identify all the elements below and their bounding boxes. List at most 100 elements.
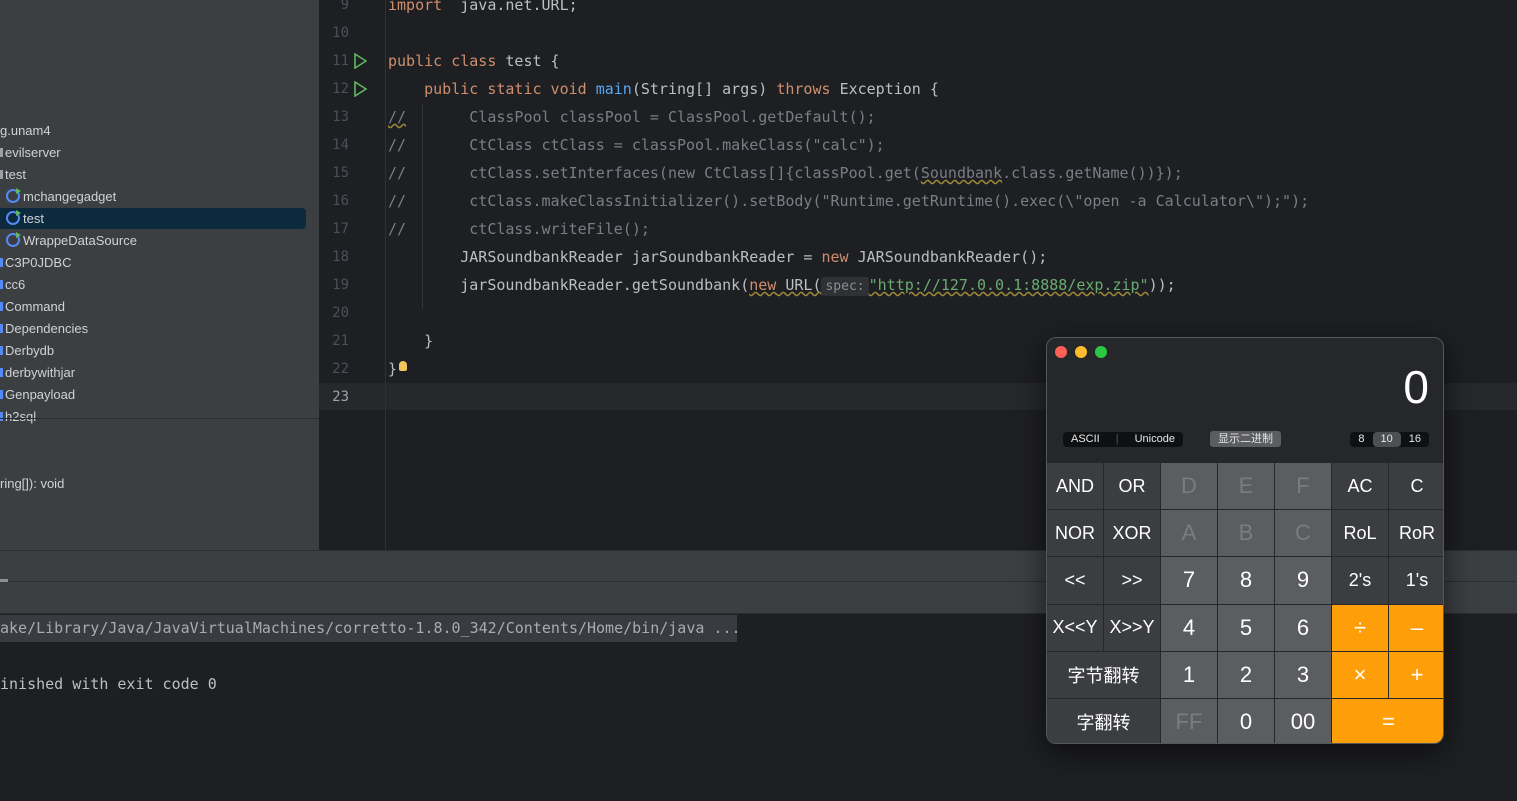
code-token: // CtClass ctClass = classPool.makeClass… xyxy=(388,136,885,154)
key-button[interactable]: A xyxy=(1161,510,1217,557)
key-button[interactable]: 5 xyxy=(1218,604,1274,651)
close-button[interactable] xyxy=(1055,346,1067,358)
key-button[interactable]: 4 xyxy=(1161,604,1217,651)
tree-item[interactable]: Genpayload xyxy=(0,384,306,405)
key-button[interactable]: NOR xyxy=(1047,510,1103,557)
key-button[interactable]: << xyxy=(1047,557,1103,604)
line-number: 9 xyxy=(340,0,349,13)
key-button[interactable]: 3 xyxy=(1275,651,1331,698)
tree-item[interactable]: C3P0JDBC xyxy=(0,252,306,273)
key-button[interactable]: 1 xyxy=(1161,651,1217,698)
minimize-button[interactable] xyxy=(1075,346,1087,358)
tree-item[interactable]: Derbydb xyxy=(0,340,306,361)
tree-item[interactable]: evilserver xyxy=(0,142,306,163)
code-line: jarSoundbankReader.getSoundbank(new URL(… xyxy=(388,271,1176,299)
key-button[interactable]: 7 xyxy=(1161,557,1217,604)
key-button[interactable]: >> xyxy=(1104,557,1160,604)
tree-item-label: test xyxy=(5,167,26,182)
key-button[interactable]: FF xyxy=(1161,698,1217,743)
code-line: public class test { xyxy=(388,47,560,75)
tree-item-label: C3P0JDBC xyxy=(5,255,72,270)
tree-item[interactable]: Dependencies xyxy=(0,318,306,339)
code-token: // ctClass.makeClassInitializer().setBod… xyxy=(388,192,1310,210)
tree-item[interactable]: test xyxy=(0,208,306,229)
tree-item-label: h2sql xyxy=(5,409,37,424)
run-icon[interactable] xyxy=(353,80,368,101)
tree-item[interactable]: WrappeDataSource xyxy=(0,230,306,251)
key-button[interactable]: B xyxy=(1218,510,1274,557)
code-token: java.net.URL; xyxy=(442,0,578,14)
structure-item-main[interactable]: ring[]): void xyxy=(0,476,64,491)
code-token: Soundbank xyxy=(920,164,1003,182)
key-button[interactable]: 6 xyxy=(1275,604,1331,651)
tree-item[interactable]: Command xyxy=(0,296,306,317)
key-button[interactable]: 1's xyxy=(1389,557,1443,604)
unicode-option[interactable]: Unicode xyxy=(1127,432,1183,447)
code-token: // ctClass.writeFile(); xyxy=(388,220,650,238)
calculator-display: 0 xyxy=(1403,361,1429,413)
key-button[interactable]: C xyxy=(1275,510,1331,557)
key-button[interactable]: AND xyxy=(1047,463,1103,510)
console-command-line[interactable]: ake/Library/Java/JavaVirtualMachines/cor… xyxy=(0,615,741,642)
key-button[interactable]: 2's xyxy=(1332,557,1388,604)
code-line: JARSoundbankReader jarSoundbankReader = … xyxy=(388,243,1047,271)
code-token: public class xyxy=(388,52,506,70)
key-button[interactable]: 00 xyxy=(1275,698,1331,743)
lightbulb-icon[interactable] xyxy=(399,361,407,371)
line-number: 14 xyxy=(332,137,349,153)
code-token: throws xyxy=(776,80,840,98)
tree-item-label: Genpayload xyxy=(5,387,76,402)
tree-item[interactable]: mchangegadget xyxy=(0,186,306,207)
run-icon[interactable] xyxy=(353,52,368,73)
tree-item-label: Derbydb xyxy=(5,343,55,358)
package-icon xyxy=(0,368,3,377)
package-icon xyxy=(0,412,3,421)
key-button[interactable]: 9 xyxy=(1275,557,1331,604)
zoom-button[interactable] xyxy=(1095,346,1107,358)
console-exit-message: inished with exit code 0 xyxy=(0,675,217,693)
key-button[interactable]: X<<Y xyxy=(1047,604,1103,651)
key-button[interactable]: E xyxy=(1218,463,1274,510)
line-number: 19 xyxy=(332,277,349,293)
key-button[interactable]: 2 xyxy=(1218,651,1274,698)
key-button[interactable]: = xyxy=(1332,698,1443,743)
key-button[interactable]: 字节翻转 xyxy=(1047,651,1160,698)
show-binary-button[interactable]: 显示二进制 xyxy=(1210,431,1281,447)
tree-item[interactable]: cc6 xyxy=(0,274,306,295)
line-number: 12 xyxy=(332,81,349,97)
key-button[interactable]: XOR xyxy=(1104,510,1160,557)
tree-item[interactable]: g.unam4 xyxy=(0,120,306,141)
package-icon xyxy=(0,390,3,399)
base-10-option[interactable]: 10 xyxy=(1372,432,1401,447)
key-button[interactable]: RoL xyxy=(1332,510,1388,557)
folder-icon xyxy=(0,148,3,157)
code-token: .class.getName())}); xyxy=(1002,164,1183,182)
encoding-toggle[interactable]: ASCII | Unicode xyxy=(1063,432,1183,447)
key-button[interactable]: OR xyxy=(1104,463,1160,510)
code-token: import xyxy=(388,0,443,14)
key-button[interactable]: C xyxy=(1389,463,1443,510)
ascii-option[interactable]: ASCII xyxy=(1063,432,1108,447)
key-button[interactable]: – xyxy=(1389,604,1443,651)
tree-item-label: test xyxy=(23,211,44,226)
key-button[interactable]: F xyxy=(1275,463,1331,510)
key-button[interactable]: 8 xyxy=(1218,557,1274,604)
key-button[interactable]: + xyxy=(1389,651,1443,698)
key-button[interactable]: × xyxy=(1332,651,1388,698)
tree-item[interactable]: derbywithjar xyxy=(0,362,306,383)
base-selector[interactable]: 8 10 16 xyxy=(1350,432,1429,447)
key-button[interactable]: 0 xyxy=(1218,698,1274,743)
code-token: "http://127.0.0.1:8888/exp.zip" xyxy=(868,276,1149,294)
key-button[interactable]: RoR xyxy=(1389,510,1443,557)
project-sidebar: g.unam4 evilserver test mchangegadget test Wr… xyxy=(0,0,319,550)
tree-item[interactable]: test xyxy=(0,164,306,185)
key-button[interactable]: ÷ xyxy=(1332,604,1388,651)
key-button[interactable]: D xyxy=(1161,463,1217,510)
base-8-option[interactable]: 8 xyxy=(1350,432,1372,447)
key-button[interactable]: AC xyxy=(1332,463,1388,510)
key-button[interactable]: 字翻转 xyxy=(1047,698,1160,743)
tree-item[interactable]: h2sql xyxy=(0,406,306,427)
base-16-option[interactable]: 16 xyxy=(1401,432,1429,447)
key-button[interactable]: X>>Y xyxy=(1104,604,1160,651)
code-line: // ctClass.makeClassInitializer().setBod… xyxy=(388,187,1309,215)
